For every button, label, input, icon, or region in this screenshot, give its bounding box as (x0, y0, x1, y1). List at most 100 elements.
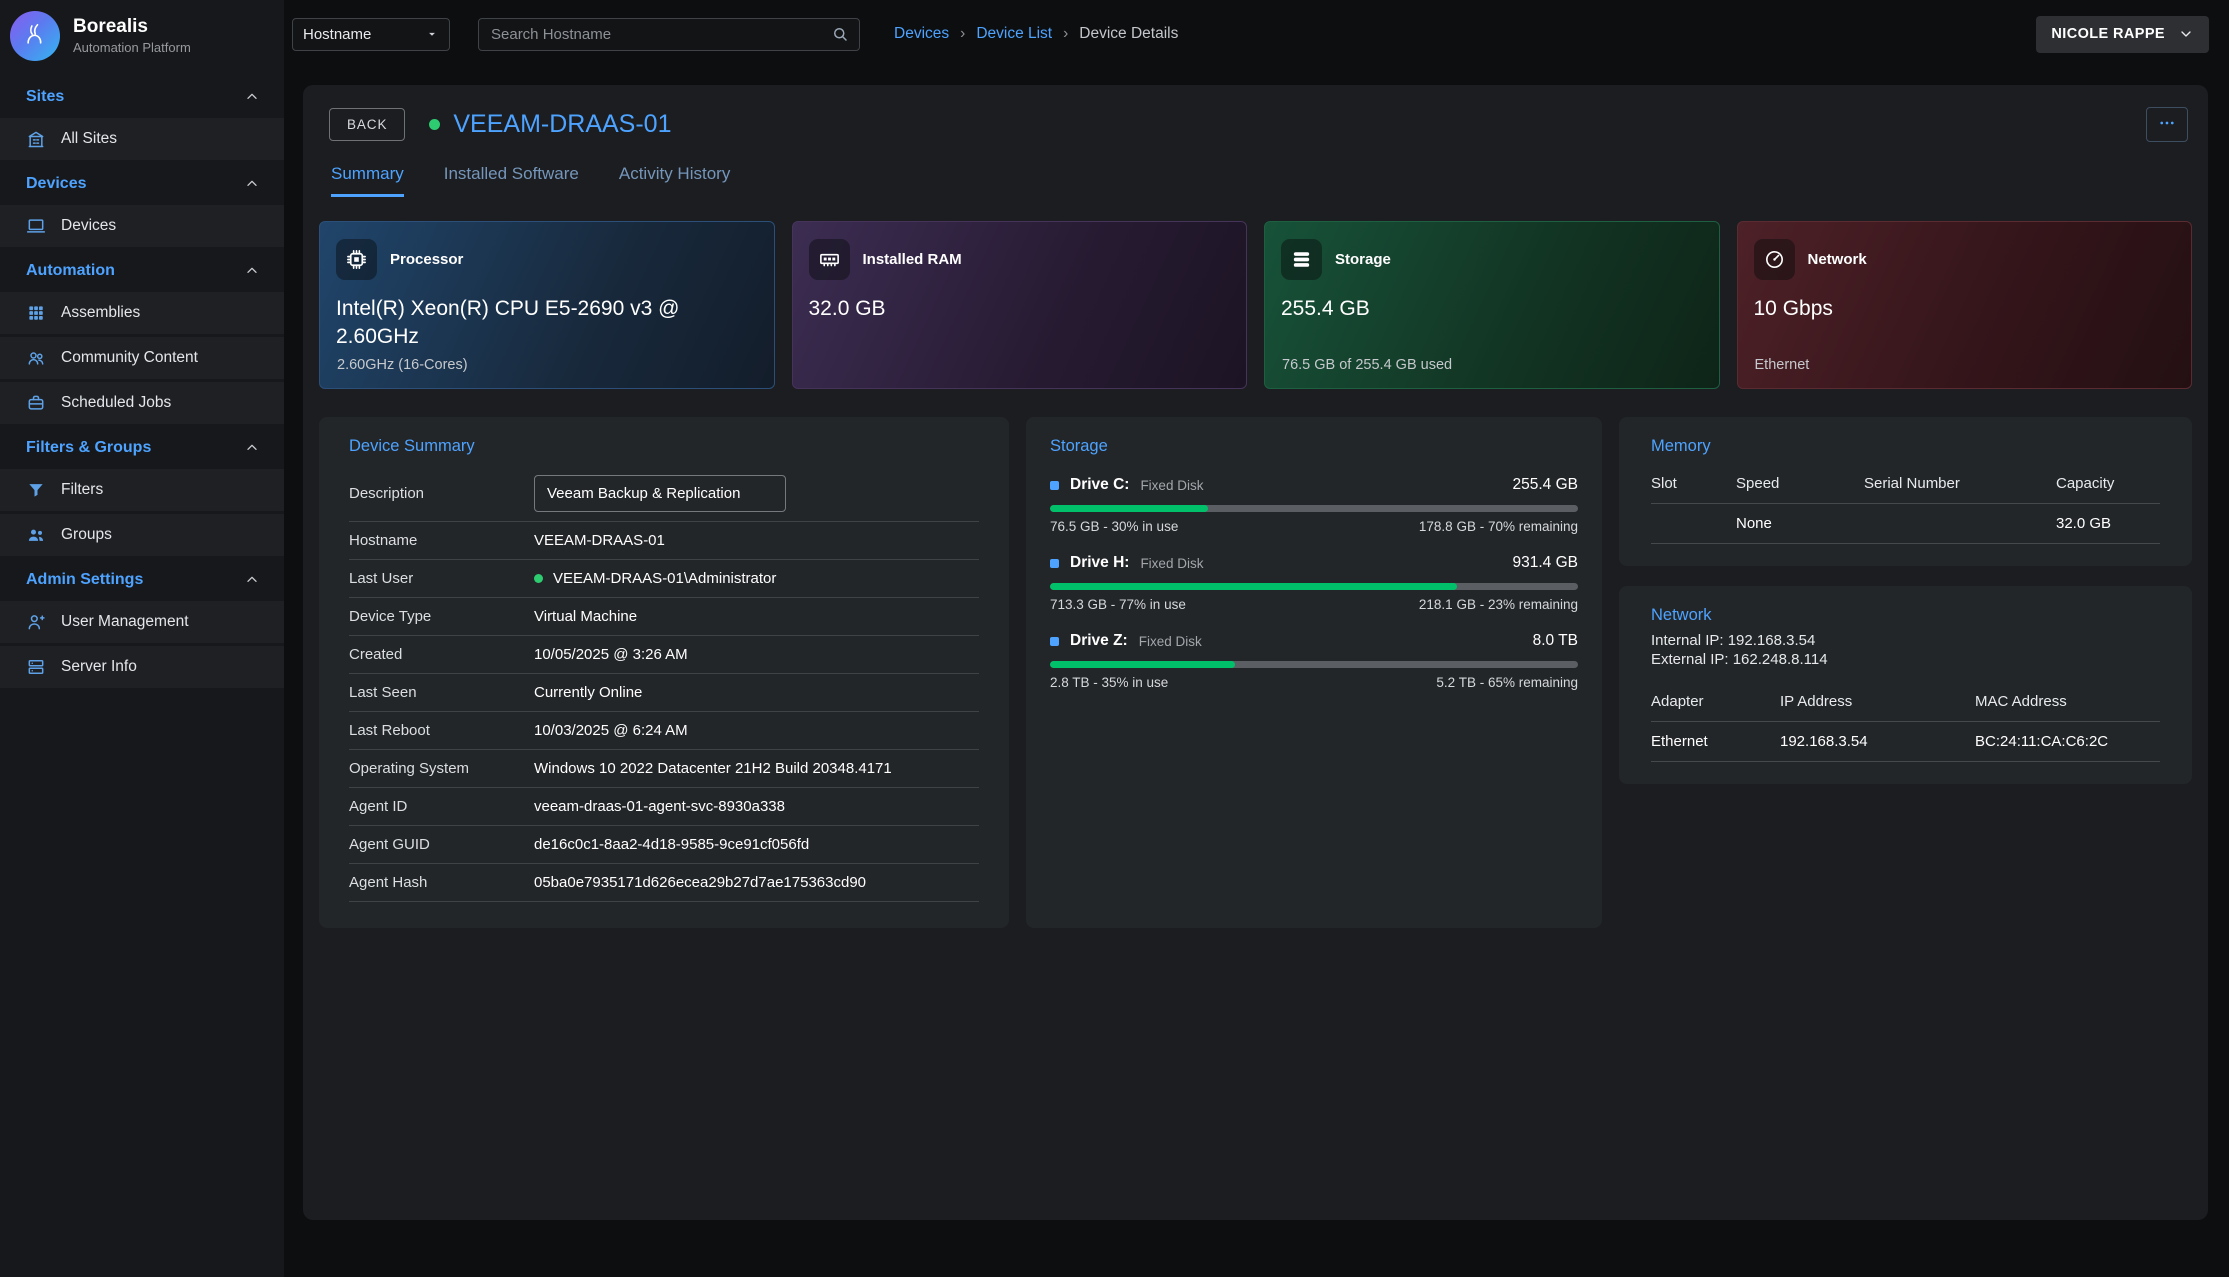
sidebar-item-server-info[interactable]: Server Info (0, 646, 284, 688)
external-ip-line: External IP: 162.248.8.114 (1651, 651, 2160, 668)
borealis-logo-icon (10, 11, 60, 61)
memory-table-header: Slot Speed Serial Number Capacity (1651, 464, 2160, 504)
sidebar-item-all-sites[interactable]: All Sites (0, 118, 284, 160)
device-summary-title: Device Summary (349, 437, 979, 456)
community-icon (26, 348, 46, 368)
chevron-up-icon (244, 176, 260, 192)
sidebar-item-groups[interactable]: Groups (0, 514, 284, 556)
drive-z: Drive Z: Fixed Disk 8.0 TB 2.8 TB - 35% … (1050, 632, 1578, 690)
storage-card: Storage 255.4 GB 76.5 GB of 255.4 GB use… (1264, 221, 1720, 389)
description-input[interactable] (534, 475, 786, 512)
user-name: NICOLE RAPPE (2051, 26, 2165, 42)
search-icon (831, 25, 849, 43)
summary-row-agent-hash: Agent Hash 05ba0e7935171d626ecea29b27d7a… (349, 864, 979, 902)
page-header: BACK VEEAM-DRAAS-01 (329, 107, 2188, 142)
network-footer: Ethernet (1755, 357, 1810, 373)
summary-row-agent-id: Agent ID veeam-draas-01-agent-svc-8930a3… (349, 788, 979, 826)
user-management-icon (26, 612, 46, 632)
stat-cards-row: Processor Intel(R) Xeon(R) CPU E5-2690 v… (319, 221, 2192, 389)
detail-tabs: Summary Installed Software Activity Hist… (331, 164, 2192, 197)
breadcrumb: Devices › Device List › Device Details (894, 25, 1178, 43)
more-options-icon (2158, 114, 2176, 135)
network-panel-title: Network (1651, 606, 2160, 625)
server-icon (26, 657, 46, 677)
summary-row-last-reboot: Last Reboot 10/03/2025 @ 6:24 AM (349, 712, 979, 750)
sidebar-nav: Sites All Sites Devices Devices (0, 76, 284, 688)
network-value: 10 Gbps (1754, 295, 2176, 323)
breadcrumb-device-details: Device Details (1079, 25, 1178, 43)
tab-activity-history[interactable]: Activity History (619, 164, 730, 197)
sidebar-item-scheduled-jobs[interactable]: Scheduled Jobs (0, 382, 284, 424)
summary-row-device-type: Device Type Virtual Machine (349, 598, 979, 636)
drive-bullet-icon (1050, 481, 1059, 490)
network-card: Network 10 Gbps Ethernet (1737, 221, 2193, 389)
chevron-up-icon (244, 263, 260, 279)
sidebar-section-sites[interactable]: Sites (0, 76, 284, 118)
user-menu-button[interactable]: NICOLE RAPPE (2036, 16, 2209, 53)
drive-c-usage-bar (1050, 505, 1578, 512)
storage-footer: 76.5 GB of 255.4 GB used (1282, 357, 1452, 373)
gauge-icon (1754, 239, 1795, 280)
drive-h-usage-bar (1050, 583, 1578, 590)
sidebar-item-assemblies[interactable]: Assemblies (0, 292, 284, 334)
ram-icon (809, 239, 850, 280)
drive-h: Drive H: Fixed Disk 931.4 GB 713.3 GB - … (1050, 554, 1578, 612)
drive-c: Drive C: Fixed Disk 255.4 GB 76.5 GB - 3… (1050, 476, 1578, 534)
sidebar-section-filters-groups[interactable]: Filters & Groups (0, 427, 284, 469)
network-panel: Network Internal IP: 192.168.3.54 Extern… (1619, 586, 2192, 784)
tab-summary[interactable]: Summary (331, 164, 404, 197)
breadcrumb-devices[interactable]: Devices (894, 25, 949, 43)
chevron-up-icon (244, 89, 260, 105)
search-box (478, 18, 860, 51)
chevron-down-icon (2178, 26, 2194, 42)
topbar: Hostname Devices › Device List › Device … (284, 0, 2229, 68)
breadcrumb-device-list[interactable]: Device List (976, 25, 1052, 43)
storage-panel: Storage Drive C: Fixed Disk 255.4 GB 76.… (1026, 417, 1602, 928)
internal-ip-line: Internal IP: 192.168.3.54 (1651, 632, 2160, 649)
summary-row-description: Description (349, 466, 979, 522)
online-status-dot (534, 574, 543, 583)
sidebar-section-devices[interactable]: Devices (0, 163, 284, 205)
drive-bullet-icon (1050, 637, 1059, 646)
jobs-icon (26, 393, 46, 413)
processor-value: Intel(R) Xeon(R) CPU E5-2690 v3 @ 2.60GH… (336, 295, 758, 352)
filter-icon (26, 480, 46, 500)
breadcrumb-separator: › (960, 25, 965, 43)
installed-ram-card: Installed RAM 32.0 GB (792, 221, 1248, 389)
sidebar-section-automation[interactable]: Automation (0, 250, 284, 292)
sidebar-item-community-content[interactable]: Community Content (0, 337, 284, 379)
summary-row-last-user: Last User VEEAM-DRAAS-01\Administrator (349, 560, 979, 598)
summary-row-agent-guid: Agent GUID de16c0c1-8aa2-4d18-9585-9ce91… (349, 826, 979, 864)
summary-row-created: Created 10/05/2025 @ 3:26 AM (349, 636, 979, 674)
tab-installed-software[interactable]: Installed Software (444, 164, 579, 197)
sidebar-item-user-management[interactable]: User Management (0, 601, 284, 643)
breadcrumb-separator: › (1063, 25, 1068, 43)
cpu-icon (336, 239, 377, 280)
drive-bullet-icon (1050, 559, 1059, 568)
ram-value: 32.0 GB (809, 295, 1231, 323)
sidebar-item-devices[interactable]: Devices (0, 205, 284, 247)
summary-row-last-seen: Last Seen Currently Online (349, 674, 979, 712)
storage-panel-title: Storage (1050, 437, 1578, 456)
more-options-button[interactable] (2146, 107, 2188, 142)
hostname-filter-select[interactable]: Hostname (292, 18, 450, 51)
chevron-up-icon (244, 440, 260, 456)
sites-icon (26, 129, 46, 149)
device-summary-panel: Device Summary Description Hostname VEEA… (319, 417, 1009, 928)
sidebar-section-admin-settings[interactable]: Admin Settings (0, 559, 284, 601)
brand-home-link[interactable]: Borealis Automation Platform (0, 0, 284, 76)
memory-table-row: None 32.0 GB (1651, 504, 2160, 544)
network-table-header: Adapter IP Address MAC Address (1651, 682, 2160, 722)
drive-z-usage-bar (1050, 661, 1578, 668)
storage-value: 255.4 GB (1281, 295, 1703, 323)
memory-panel: Memory Slot Speed Serial Number Capacity… (1619, 417, 2192, 566)
brand-name: Borealis (73, 16, 191, 39)
chevron-up-icon (244, 572, 260, 588)
back-button[interactable]: BACK (329, 108, 405, 141)
processor-card: Processor Intel(R) Xeon(R) CPU E5-2690 v… (319, 221, 775, 389)
right-column: Memory Slot Speed Serial Number Capacity… (1619, 417, 2192, 928)
search-input[interactable] (479, 26, 859, 43)
sidebar-item-filters[interactable]: Filters (0, 469, 284, 511)
groups-icon (26, 525, 46, 545)
sidebar: Borealis Automation Platform Sites All S… (0, 0, 284, 1277)
